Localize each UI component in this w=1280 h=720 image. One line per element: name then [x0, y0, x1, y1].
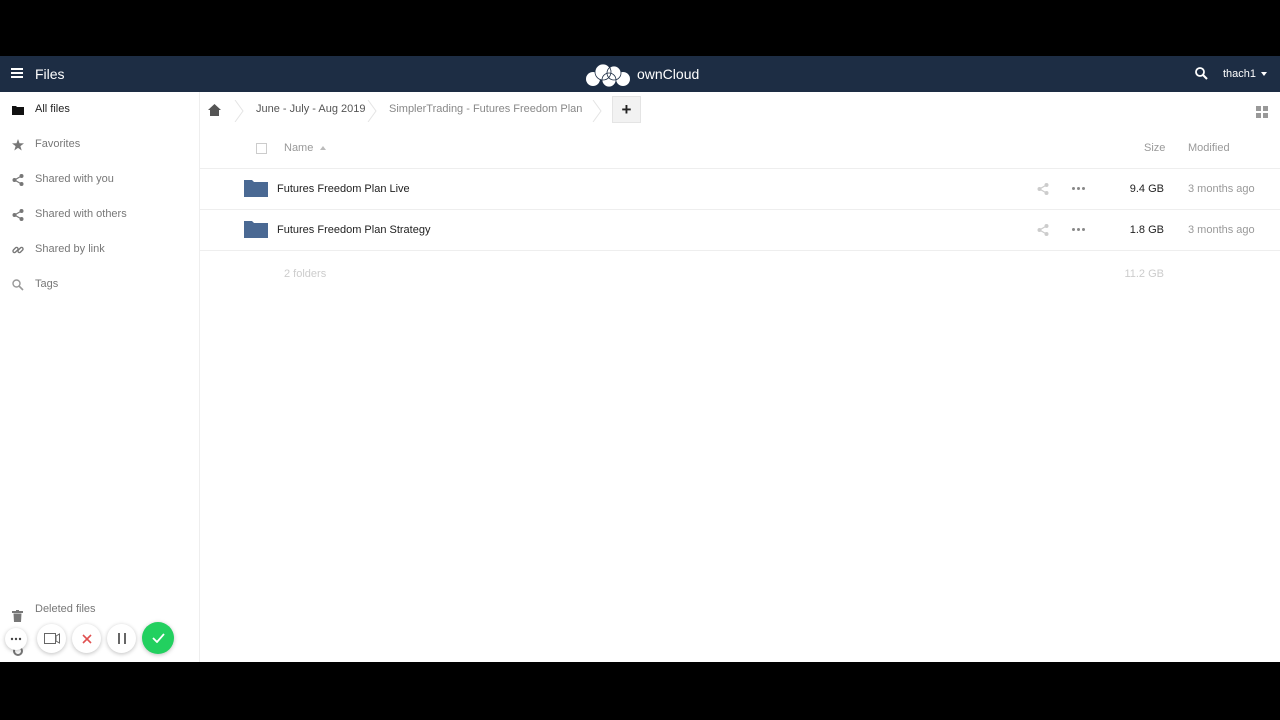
file-list-header: Name Size Modified [200, 128, 1280, 169]
camera-icon [43, 633, 60, 644]
file-modified: 3 months ago [1188, 224, 1255, 236]
column-name-label: Name [284, 142, 314, 154]
file-size: 9.4 GB [1129, 183, 1164, 195]
more-actions-icon[interactable] [1072, 187, 1085, 190]
select-all-checkbox[interactable] [256, 143, 267, 154]
sidebar-item-label: Tags [35, 278, 59, 290]
menu-icon[interactable] [11, 68, 23, 78]
breadcrumb-separator-icon [592, 100, 602, 122]
folder-icon [244, 220, 268, 243]
share-icon[interactable] [1037, 182, 1049, 200]
share-icon [11, 208, 24, 221]
pause-recording-button[interactable] [107, 624, 136, 653]
sidebar-item-label: Shared by link [35, 243, 105, 255]
sidebar-item-shared-with-you[interactable]: Shared with you [0, 162, 199, 196]
breadcrumb-item-current[interactable]: SimplerTrading - Futures Freedom Plan [389, 103, 582, 115]
owncloud-app: Files ownCloud thach1 All files Favorite… [0, 56, 1280, 662]
user-menu[interactable]: thach1 [1223, 68, 1268, 80]
cloud-logo-icon [586, 63, 630, 87]
sidebar-item-label: Deleted files [35, 603, 96, 615]
column-header-size[interactable]: Size [1144, 142, 1165, 154]
breadcrumb-separator-icon [234, 100, 244, 122]
top-header: Files ownCloud thach1 [0, 56, 1280, 92]
controls-bar: June - July - Aug 2019 SimplerTrading - … [200, 92, 1280, 128]
share-icon [11, 173, 24, 186]
star-icon [11, 138, 24, 151]
finish-recording-button[interactable] [142, 622, 174, 654]
sidebar: All files Favorites Shared with you Shar… [0, 92, 200, 662]
recorder-toolbar [5, 621, 177, 655]
owncloud-logo[interactable]: ownCloud [583, 61, 699, 87]
summary-folder-count: 2 folders [284, 268, 327, 280]
sidebar-item-label: All files [35, 103, 70, 115]
sidebar-item-label: Shared with you [35, 173, 114, 185]
cancel-recording-button[interactable] [72, 624, 101, 653]
brand-name: ownCloud [637, 66, 700, 82]
sidebar-item-shared-by-link[interactable]: Shared by link [0, 232, 199, 266]
checkmark-icon [151, 633, 165, 643]
link-icon [11, 243, 24, 256]
camera-toggle-button[interactable] [37, 624, 66, 653]
folder-icon [11, 103, 24, 116]
summary-total-size: 11.2 GB [1124, 268, 1164, 280]
table-row[interactable]: Futures Freedom Plan Strategy 1.8 GB 3 m… [200, 210, 1280, 251]
sort-ascending-icon [320, 146, 327, 150]
share-icon[interactable] [1037, 223, 1049, 241]
file-size: 1.8 GB [1129, 224, 1164, 236]
file-name[interactable]: Futures Freedom Plan Live [277, 183, 410, 195]
sidebar-item-deleted-files[interactable]: Deleted files [0, 598, 199, 622]
table-row[interactable]: Futures Freedom Plan Live 9.4 GB 3 month… [200, 169, 1280, 210]
sidebar-item-favorites[interactable]: Favorites [0, 127, 199, 161]
search-icon[interactable] [1195, 67, 1208, 85]
sidebar-item-label: Shared with others [35, 208, 127, 220]
breadcrumb-separator-icon [367, 100, 377, 122]
breadcrumb-item[interactable]: June - July - Aug 2019 [256, 103, 365, 115]
new-file-button[interactable]: + [612, 96, 641, 123]
sidebar-item-tags[interactable]: Tags [0, 267, 199, 301]
close-icon [81, 633, 92, 644]
search-icon [11, 278, 24, 291]
chevron-down-icon [1261, 72, 1268, 76]
more-actions-icon[interactable] [1072, 228, 1085, 231]
sidebar-item-label: Favorites [35, 138, 81, 150]
ellipsis-icon [10, 637, 22, 641]
grid-view-icon[interactable] [1256, 105, 1268, 123]
sidebar-item-all-files[interactable]: All files [0, 92, 199, 126]
column-header-modified[interactable]: Modified [1188, 142, 1230, 154]
file-modified: 3 months ago [1188, 183, 1255, 195]
home-icon[interactable] [208, 103, 221, 121]
username: thach1 [1223, 68, 1257, 80]
file-name[interactable]: Futures Freedom Plan Strategy [277, 224, 430, 236]
column-header-name[interactable]: Name [284, 142, 327, 154]
sidebar-item-shared-with-others[interactable]: Shared with others [0, 197, 199, 231]
more-options-button[interactable] [5, 628, 27, 650]
folder-icon [244, 179, 268, 202]
app-title[interactable]: Files [35, 66, 65, 82]
pause-icon [117, 633, 126, 644]
